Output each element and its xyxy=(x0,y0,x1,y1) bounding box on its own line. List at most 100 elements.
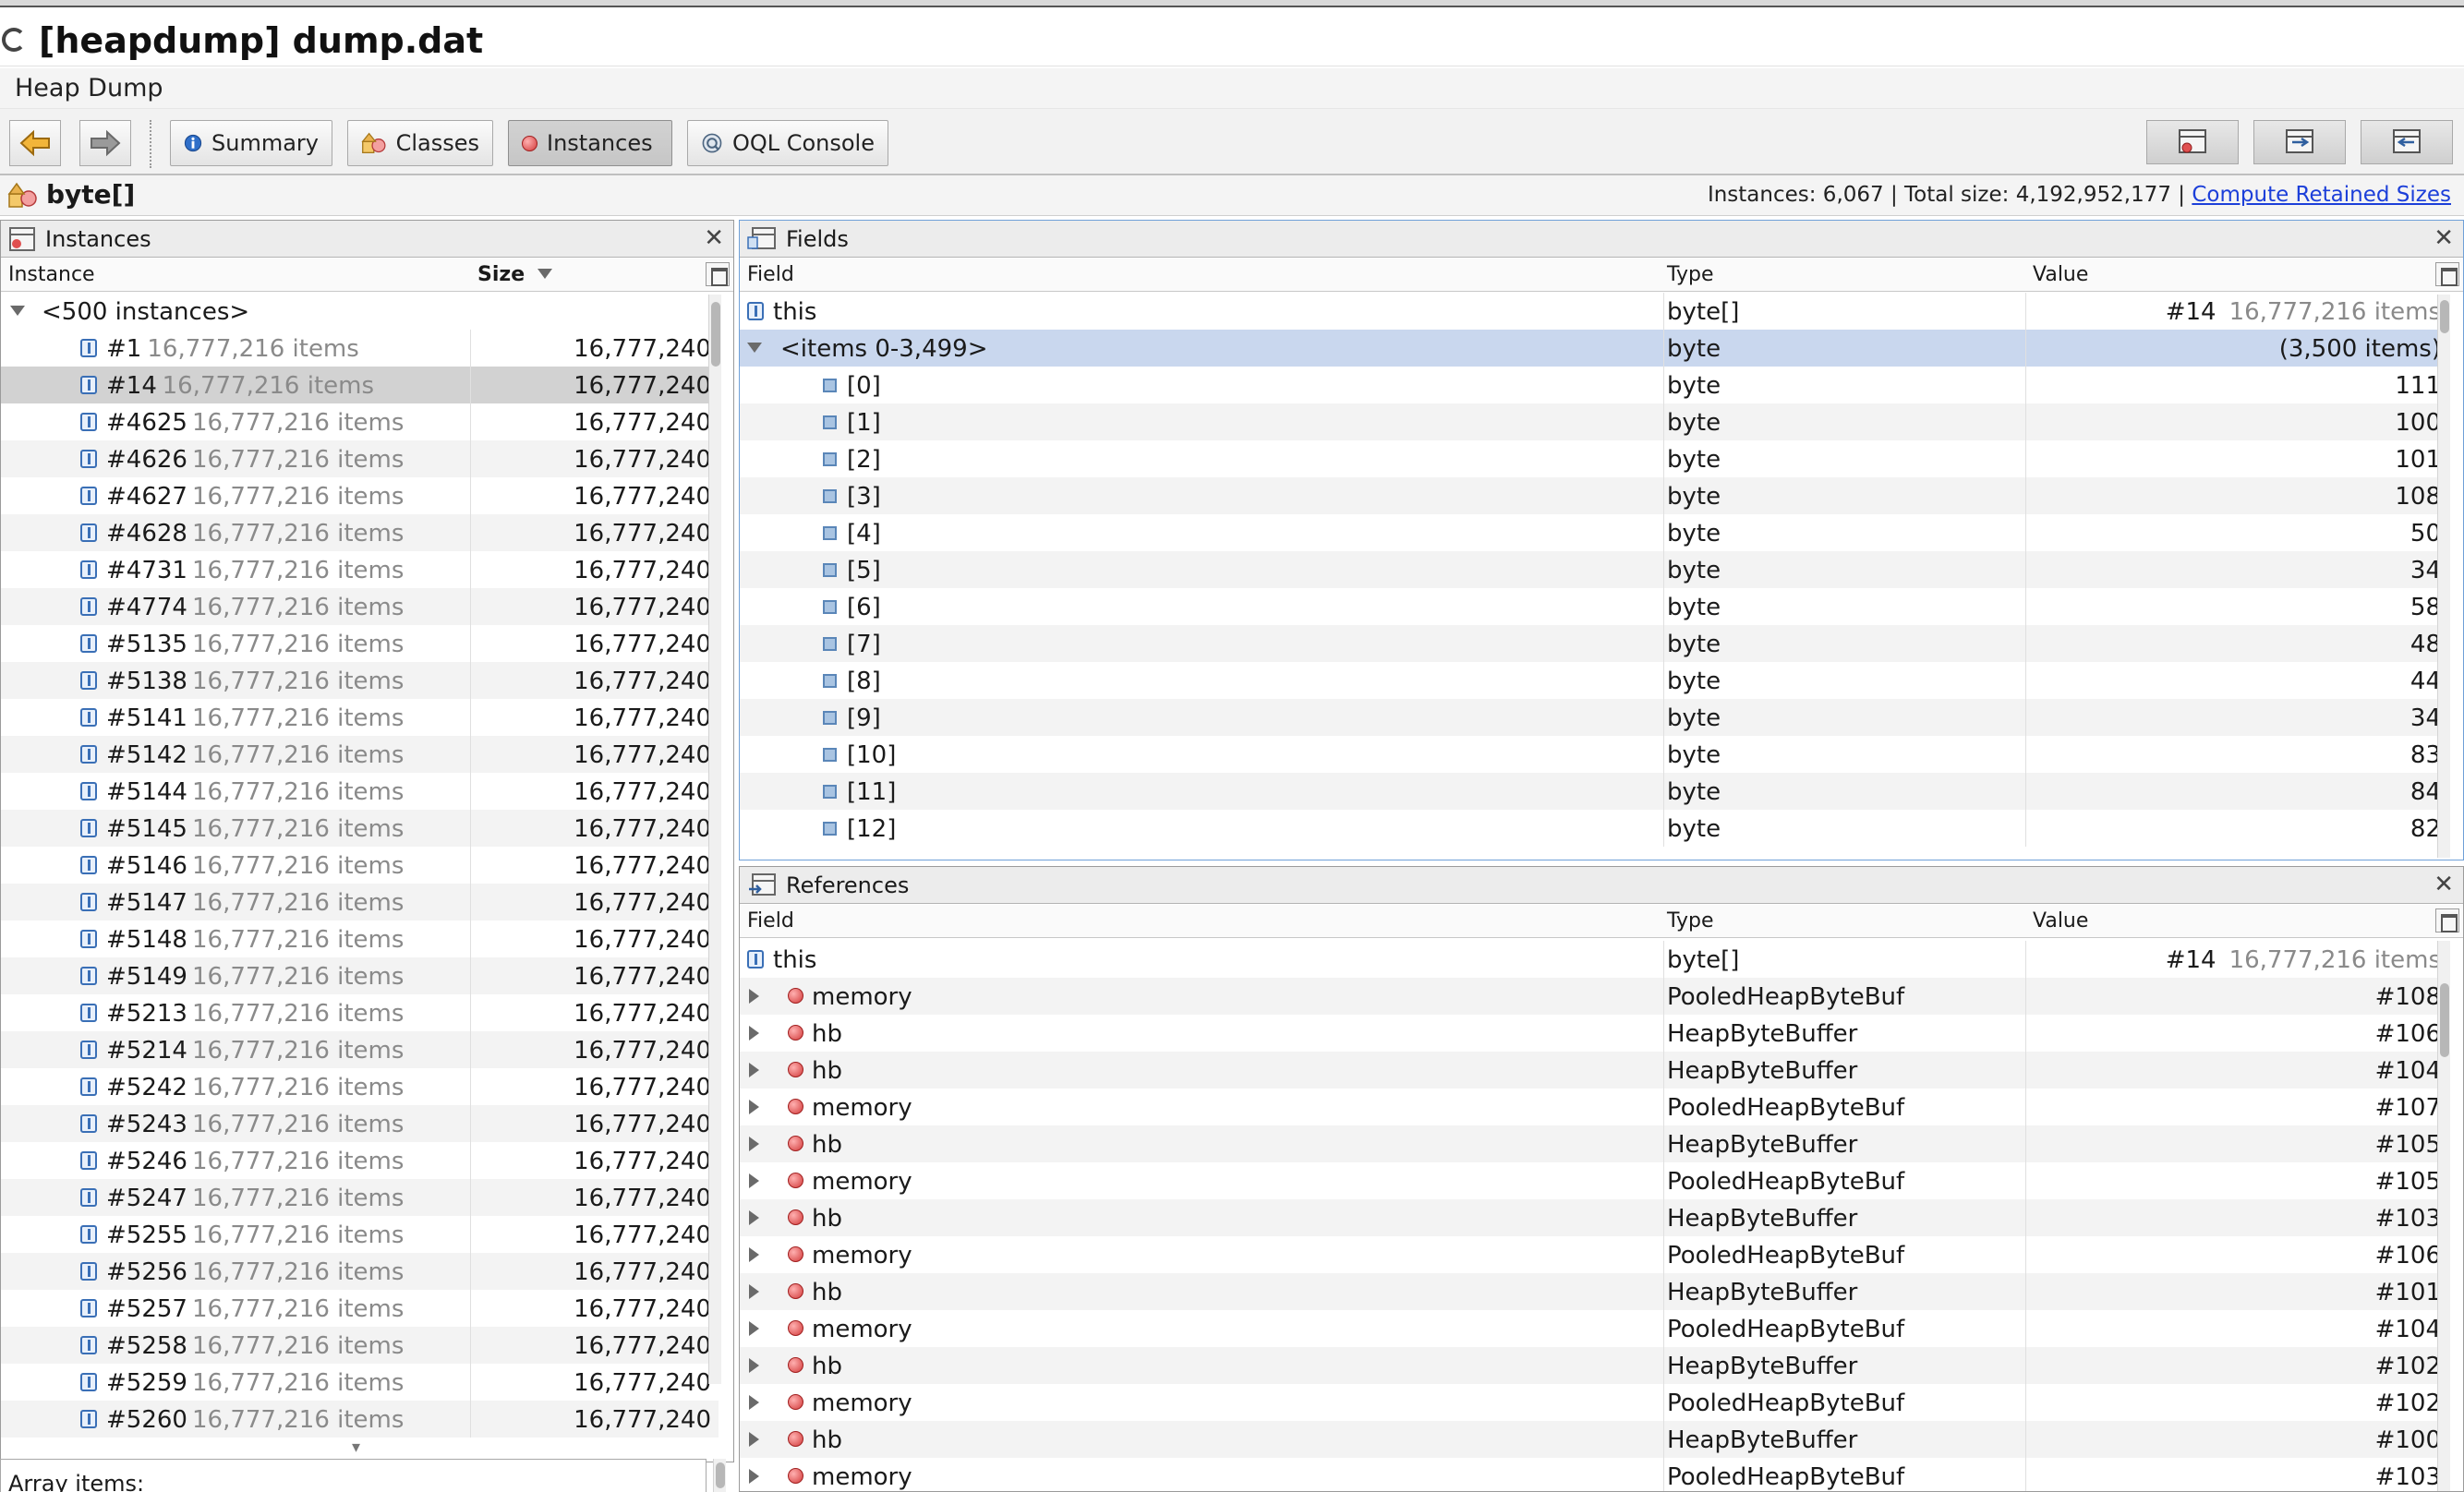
back-button[interactable] xyxy=(9,120,61,166)
column-selector-button[interactable] xyxy=(2435,908,2459,932)
view-button-1[interactable] xyxy=(2146,120,2239,164)
instance-row[interactable]: #4626 16,777,216 items 16,777,240 xyxy=(1,440,719,477)
reference-row[interactable]: memory PooledHeapByteBuf #107 xyxy=(740,1089,2446,1125)
field-row[interactable]: [10] byte 83 xyxy=(740,736,2446,773)
field-row[interactable]: [1] byte 100 xyxy=(740,403,2446,440)
reference-row[interactable]: memory PooledHeapByteBuf #102 xyxy=(740,1384,2446,1421)
reference-row[interactable]: hb HeapByteBuffer #100 xyxy=(740,1421,2446,1458)
expand-toggle-icon[interactable] xyxy=(749,1137,759,1151)
view-button-2[interactable] xyxy=(2253,120,2346,164)
instance-row[interactable]: #5149 16,777,216 items 16,777,240 xyxy=(1,957,719,994)
expand-toggle-icon[interactable] xyxy=(749,989,759,1004)
field-group-row[interactable]: <items 0-3,499> byte (3,500 items) xyxy=(740,330,2446,367)
close-icon[interactable]: ✕ xyxy=(704,224,724,252)
expand-toggle-icon[interactable] xyxy=(749,1063,759,1077)
instance-row[interactable]: #5242 16,777,216 items 16,777,240 xyxy=(1,1068,719,1105)
instance-row[interactable]: #5259 16,777,216 items 16,777,240 xyxy=(1,1364,719,1401)
field-row[interactable]: [6] byte 58 xyxy=(740,588,2446,625)
field-column-header[interactable]: Field xyxy=(747,909,794,932)
instance-row[interactable]: #5141 16,777,216 items 16,777,240 xyxy=(1,699,719,736)
instance-row[interactable]: #5148 16,777,216 items 16,777,240 xyxy=(1,920,719,957)
field-row[interactable]: [3] byte 108 xyxy=(740,477,2446,514)
field-row-this[interactable]: this byte[] #14 16,777,216 items xyxy=(740,293,2446,330)
compute-retained-sizes-link[interactable]: Compute Retained Sizes xyxy=(2192,183,2451,207)
expand-toggle-icon[interactable] xyxy=(749,1247,759,1262)
reference-row[interactable]: hb HeapByteBuffer #104 xyxy=(740,1052,2446,1089)
reference-row[interactable]: memory PooledHeapByteBuf #104 xyxy=(740,1310,2446,1347)
splitter-handle-icon[interactable]: ▾ xyxy=(352,1438,360,1457)
column-selector-button[interactable] xyxy=(706,262,730,286)
value-column-header[interactable]: Value xyxy=(2033,909,2088,932)
reference-row[interactable]: hb HeapByteBuffer #102 xyxy=(740,1347,2446,1384)
array-items-scroll-thumb[interactable] xyxy=(716,1462,725,1488)
instance-row[interactable]: #5257 16,777,216 items 16,777,240 xyxy=(1,1290,719,1327)
instance-row[interactable]: #4625 16,777,216 items 16,777,240 xyxy=(1,403,719,440)
type-column-header[interactable]: Type xyxy=(1667,909,1714,932)
expand-toggle-icon[interactable] xyxy=(749,1469,759,1484)
instance-row[interactable]: #5243 16,777,216 items 16,777,240 xyxy=(1,1105,719,1142)
reference-row[interactable]: hb HeapByteBuffer #103 xyxy=(740,1199,2446,1236)
field-row[interactable]: [2] byte 101 xyxy=(740,440,2446,477)
view-button-3[interactable] xyxy=(2361,120,2453,164)
instance-row[interactable]: #4774 16,777,216 items 16,777,240 xyxy=(1,588,719,625)
instance-row[interactable]: #5213 16,777,216 items 16,777,240 xyxy=(1,994,719,1031)
oql-console-button[interactable]: OQL Console xyxy=(687,120,888,166)
references-scroll-thumb[interactable] xyxy=(2440,983,2449,1057)
instances-scrollbar[interactable] xyxy=(708,295,721,1384)
expand-toggle-icon[interactable] xyxy=(749,1173,759,1188)
field-row[interactable]: [7] byte 48 xyxy=(740,625,2446,662)
field-row[interactable]: [8] byte 44 xyxy=(740,662,2446,699)
expand-toggle-icon[interactable] xyxy=(749,1395,759,1410)
instance-row[interactable]: #1 16,777,216 items 16,777,240 xyxy=(1,330,719,367)
instances-scroll-thumb[interactable] xyxy=(711,302,720,367)
field-row[interactable]: [5] byte 34 xyxy=(740,551,2446,588)
expand-toggle-icon[interactable] xyxy=(747,343,762,353)
reference-row[interactable]: hb HeapByteBuffer #106 xyxy=(740,1015,2446,1052)
instance-row[interactable]: #4731 16,777,216 items 16,777,240 xyxy=(1,551,719,588)
instance-row[interactable]: #5255 16,777,216 items 16,777,240 xyxy=(1,1216,719,1253)
instance-row[interactable]: #5142 16,777,216 items 16,777,240 xyxy=(1,736,719,773)
expand-toggle-icon[interactable] xyxy=(749,1432,759,1447)
expand-toggle-icon[interactable] xyxy=(10,306,25,316)
instances-group-row[interactable]: <500 instances> xyxy=(1,293,719,330)
expand-toggle-icon[interactable] xyxy=(749,1321,759,1336)
reference-row[interactable]: memory PooledHeapByteBuf #106 xyxy=(740,1236,2446,1273)
classes-button[interactable]: Classes xyxy=(347,120,493,166)
instance-row[interactable]: #5145 16,777,216 items 16,777,240 xyxy=(1,810,719,847)
field-column-header[interactable]: Field xyxy=(747,263,794,286)
size-column-header[interactable]: Size xyxy=(477,263,552,286)
column-selector-button[interactable] xyxy=(2435,262,2459,286)
instance-column-header[interactable]: Instance xyxy=(8,263,95,286)
instances-button[interactable]: Instances xyxy=(508,120,672,166)
instance-row[interactable]: #5258 16,777,216 items 16,777,240 xyxy=(1,1327,719,1364)
value-column-header[interactable]: Value xyxy=(2033,263,2088,286)
instance-row[interactable]: #5144 16,777,216 items 16,777,240 xyxy=(1,773,719,810)
instance-row[interactable]: #5138 16,777,216 items 16,777,240 xyxy=(1,662,719,699)
expand-toggle-icon[interactable] xyxy=(749,1026,759,1041)
field-row[interactable]: [0] byte 111 xyxy=(740,367,2446,403)
reference-row[interactable]: hb HeapByteBuffer #105 xyxy=(740,1125,2446,1162)
field-row[interactable]: [9] byte 34 xyxy=(740,699,2446,736)
reference-row[interactable]: hb HeapByteBuffer #101 xyxy=(740,1273,2446,1310)
forward-button[interactable] xyxy=(79,120,131,166)
instance-row[interactable]: #5260 16,777,216 items 16,777,240 xyxy=(1,1401,719,1438)
summary-button[interactable]: Summary xyxy=(170,120,332,166)
instance-row[interactable]: #5214 16,777,216 items 16,777,240 xyxy=(1,1031,719,1068)
instance-row[interactable]: #5146 16,777,216 items 16,777,240 xyxy=(1,847,719,884)
close-icon[interactable]: ✕ xyxy=(2434,224,2454,252)
expand-toggle-icon[interactable] xyxy=(749,1358,759,1373)
expand-toggle-icon[interactable] xyxy=(749,1284,759,1299)
field-row[interactable]: [4] byte 50 xyxy=(740,514,2446,551)
instance-row[interactable]: #5256 16,777,216 items 16,777,240 xyxy=(1,1253,719,1290)
fields-scroll-thumb[interactable] xyxy=(2440,300,2449,333)
instance-row[interactable]: #4627 16,777,216 items 16,777,240 xyxy=(1,477,719,514)
field-row[interactable]: [11] byte 84 xyxy=(740,773,2446,810)
instance-row[interactable]: #4628 16,777,216 items 16,777,240 xyxy=(1,514,719,551)
instance-row[interactable]: #5246 16,777,216 items 16,777,240 xyxy=(1,1142,719,1179)
field-row[interactable]: [12] byte 82 xyxy=(740,810,2446,847)
instance-row[interactable]: #5135 16,777,216 items 16,777,240 xyxy=(1,625,719,662)
references-scrollbar[interactable] xyxy=(2437,941,2450,1491)
instance-row[interactable]: #5247 16,777,216 items 16,777,240 xyxy=(1,1179,719,1216)
reference-row[interactable]: memory PooledHeapByteBuf #103 xyxy=(740,1458,2446,1491)
reference-row[interactable]: memory PooledHeapByteBuf #108 xyxy=(740,978,2446,1015)
